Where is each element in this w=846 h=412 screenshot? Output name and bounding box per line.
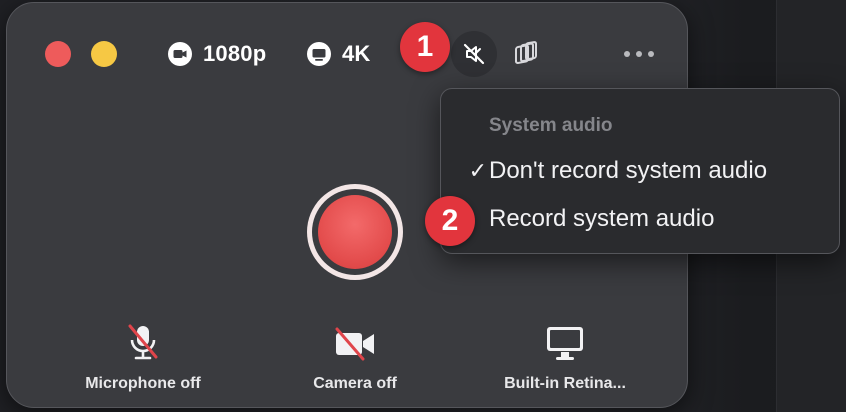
display-label: Built-in Retina... bbox=[504, 375, 626, 392]
desktop-background: 1080p 4K Microphone off Camera off Built… bbox=[0, 0, 846, 412]
layers-icon bbox=[515, 41, 537, 64]
display-icon bbox=[547, 327, 583, 360]
menu-item-dont-record-system-audio[interactable]: ✓ Don't record system audio bbox=[441, 151, 839, 191]
video-camera-icon bbox=[168, 42, 192, 66]
system-audio-button[interactable] bbox=[451, 31, 497, 77]
ellipsis-icon bbox=[624, 51, 654, 57]
record-button-ring bbox=[312, 189, 398, 275]
microphone-toggle[interactable]: Microphone off bbox=[75, 321, 211, 393]
menu-header: System audio bbox=[489, 115, 613, 136]
display-selector[interactable]: Built-in Retina... bbox=[495, 321, 635, 393]
record-button-core bbox=[318, 195, 392, 269]
camera-toggle[interactable]: Camera off bbox=[297, 321, 413, 393]
more-options-button[interactable] bbox=[619, 39, 659, 69]
step-badge-2: 2 bbox=[425, 196, 475, 246]
minimize-window-button[interactable] bbox=[91, 41, 117, 67]
resolution-label: 1080p bbox=[203, 41, 267, 66]
menu-item-record-system-audio[interactable]: Record system audio bbox=[441, 199, 839, 239]
speaker-off-icon bbox=[463, 43, 485, 65]
microphone-label: Microphone off bbox=[85, 375, 201, 392]
camera-label: Camera off bbox=[313, 375, 397, 392]
screen-icon bbox=[307, 42, 331, 66]
record-button[interactable] bbox=[307, 184, 403, 280]
menu-item-label: Record system audio bbox=[489, 205, 715, 232]
camera-off-icon bbox=[335, 327, 374, 361]
layers-button[interactable] bbox=[509, 37, 543, 71]
microphone-off-icon bbox=[128, 324, 158, 360]
menu-item-label: Don't record system audio bbox=[489, 157, 768, 184]
quality-selector[interactable]: 4K bbox=[306, 39, 371, 69]
close-window-button[interactable] bbox=[45, 41, 71, 67]
quality-label: 4K bbox=[342, 41, 371, 66]
step-badge-1: 1 bbox=[400, 22, 450, 72]
resolution-selector[interactable]: 1080p bbox=[167, 39, 266, 69]
checkmark-icon: ✓ bbox=[468, 158, 487, 183]
system-audio-menu: System audio ✓ Don't record system audio… bbox=[440, 88, 840, 254]
